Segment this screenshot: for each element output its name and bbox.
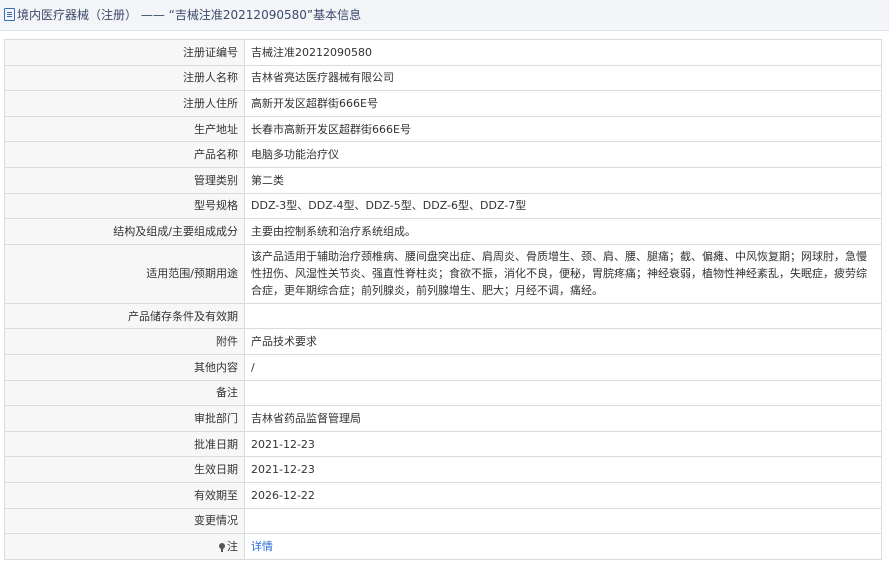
row-value: 长春市高新开发区超群街666E号: [244, 115, 882, 143]
row-value: 吉林省亮达医疗器械有限公司: [244, 64, 882, 92]
row-value: 该产品适用于辅助治疗颈椎病、腰间盘突出症、肩周炎、骨质增生、颈、肩、腰、腿痛；截…: [244, 243, 882, 304]
info-table: 注册证编号 吉械注准20212090580 注册人名称 吉林省亮达医疗器械有限公…: [4, 39, 882, 560]
row-label: 管理类别: [4, 166, 245, 194]
table-row: 其他内容 /: [4, 353, 882, 381]
row-value: 2021-12-23: [244, 430, 882, 458]
details-link[interactable]: 详情: [251, 540, 273, 553]
row-label: 其他内容: [4, 353, 245, 381]
row-label: 有效期至: [4, 481, 245, 509]
row-label: 型号规格: [4, 192, 245, 220]
header-separator: ——: [140, 8, 165, 22]
table-row: 型号规格 DDZ-3型、DDZ-4型、DDZ-5型、DDZ-6型、DDZ-7型: [4, 192, 882, 220]
row-value: DDZ-3型、DDZ-4型、DDZ-5型、DDZ-6型、DDZ-7型: [244, 192, 882, 220]
row-label: 注册人名称: [4, 64, 245, 92]
row-label: 产品名称: [4, 141, 245, 168]
table-row: 注册人名称 吉林省亮达医疗器械有限公司: [4, 64, 882, 92]
row-value: 吉械注准20212090580: [244, 39, 882, 66]
table-row: 适用范围/预期用途 该产品适用于辅助治疗颈椎病、腰间盘突出症、肩周炎、骨质增生、…: [4, 243, 882, 304]
note-label: 注: [227, 539, 238, 553]
table-row: 批准日期 2021-12-23: [4, 430, 882, 458]
table-row: 变更情况: [4, 507, 882, 535]
row-label: 附件: [4, 328, 245, 355]
header-title: “吉械注准20212090580”基本信息: [168, 8, 362, 22]
row-value: 电脑多功能治疗仪: [244, 141, 882, 168]
row-value: [244, 507, 882, 535]
row-value: [244, 302, 882, 330]
row-value: 吉林省药品监督管理局: [244, 405, 882, 432]
row-value: 高新开发区超群街666E号: [244, 90, 882, 117]
table-row: 有效期至 2026-12-22: [4, 481, 882, 509]
document-icon: [4, 8, 15, 21]
row-value: 2026-12-22: [244, 481, 882, 509]
row-label: 变更情况: [4, 507, 245, 535]
table-row: 生效日期 2021-12-23: [4, 456, 882, 483]
row-label: 批准日期: [4, 430, 245, 458]
row-label: 审批部门: [4, 405, 245, 432]
row-value: 第二类: [244, 166, 882, 194]
table-row: 产品名称 电脑多功能治疗仪: [4, 141, 882, 168]
table-row: 生产地址 长春市高新开发区超群街666E号: [4, 115, 882, 143]
row-value: 2021-12-23: [244, 456, 882, 483]
row-label: 注册证编号: [4, 39, 245, 66]
table-row-note: 注 详情: [4, 533, 882, 560]
table-row: 结构及组成/主要组成成分 主要由控制系统和治疗系统组成。: [4, 218, 882, 245]
table-row: 审批部门 吉林省药品监督管理局: [4, 405, 882, 432]
row-value: /: [244, 353, 882, 381]
row-label: 生效日期: [4, 456, 245, 483]
note-value-cell: 详情: [244, 533, 882, 560]
pin-icon: [219, 542, 225, 552]
row-label: 产品储存条件及有效期: [4, 302, 245, 330]
table-row: 备注: [4, 379, 882, 407]
row-value: 产品技术要求: [244, 328, 882, 355]
row-label: 生产地址: [4, 115, 245, 143]
header-section: 境内医疗器械（注册）: [17, 8, 138, 22]
row-label: 结构及组成/主要组成成分: [4, 218, 245, 245]
table-row: 附件 产品技术要求: [4, 328, 882, 355]
table-row: 管理类别 第二类: [4, 166, 882, 194]
note-label-cell: 注: [4, 533, 245, 560]
row-value: [244, 379, 882, 407]
table-row: 产品储存条件及有效期: [4, 302, 882, 330]
row-label: 注册人住所: [4, 90, 245, 117]
row-label: 适用范围/预期用途: [4, 243, 245, 304]
row-label: 备注: [4, 379, 245, 407]
page-header: 境内医疗器械（注册） —— “吉械注准20212090580”基本信息: [0, 0, 889, 31]
table-row: 注册人住所 高新开发区超群街666E号: [4, 90, 882, 117]
table-row: 注册证编号 吉械注准20212090580: [4, 39, 882, 66]
info-panel: 注册证编号 吉械注准20212090580 注册人名称 吉林省亮达医疗器械有限公…: [0, 31, 889, 560]
row-value: 主要由控制系统和治疗系统组成。: [244, 218, 882, 245]
